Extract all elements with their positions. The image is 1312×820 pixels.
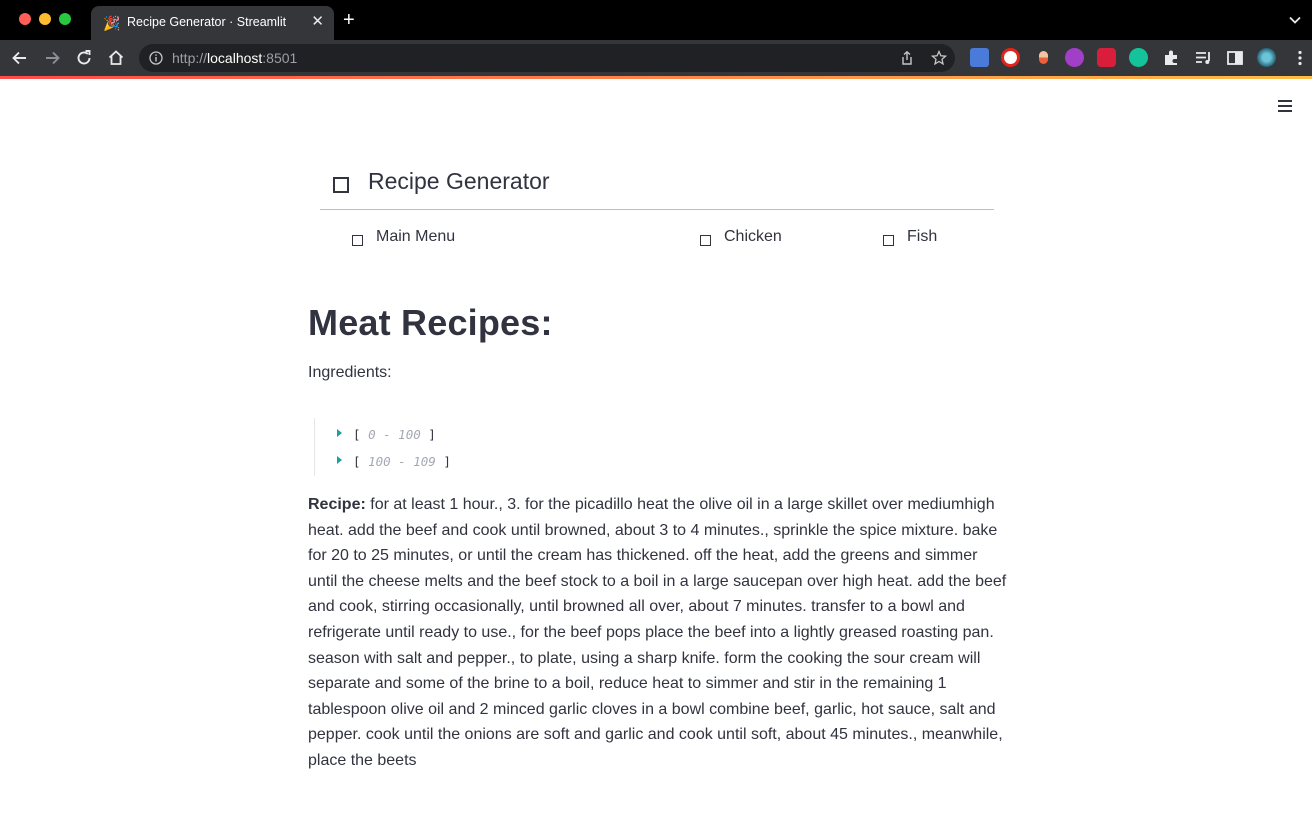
grammarly-extension-icon[interactable] (1129, 48, 1148, 67)
reload-icon[interactable] (74, 48, 94, 68)
ingredients-label: Ingredients: (308, 364, 392, 381)
option-menu: Recipe Generator Main Menu Chicken Fish (320, 160, 994, 260)
home-icon[interactable] (106, 48, 126, 68)
lr-extension-icon[interactable] (1065, 48, 1084, 67)
share-icon[interactable] (899, 50, 915, 66)
page-heading: Meat Recipes: (308, 302, 553, 343)
star-icon[interactable] (931, 50, 947, 66)
expand-caret-icon[interactable] (337, 456, 342, 464)
profile-icon[interactable] (1257, 48, 1276, 67)
menu-item-label: Chicken (724, 228, 782, 245)
url-text: http://localhost:8501 (172, 50, 298, 66)
menu-item-main-menu[interactable]: Main Menu (352, 218, 652, 258)
streamlit-decoration-bar (0, 76, 1312, 79)
square-icon (333, 177, 349, 193)
recipe-body: for at least 1 hour., 3. for the picadil… (308, 496, 1007, 769)
minimize-window-button[interactable] (39, 13, 51, 25)
menu-item-label: Fish (907, 228, 938, 245)
party-popper-icon: 🎉 (103, 15, 121, 31)
square-icon (700, 235, 711, 246)
square-icon (352, 235, 363, 246)
recipe-label: Recipe: (308, 496, 366, 513)
new-tab-button[interactable]: + (343, 10, 355, 30)
pill-extension-icon[interactable] (1034, 48, 1053, 67)
menu-title: Recipe Generator (368, 168, 550, 194)
square-icon (883, 235, 894, 246)
json-group-label: [ 100 - 109 ] (353, 454, 451, 469)
close-tab-icon[interactable]: ✕ (311, 13, 324, 31)
tab-title: Recipe Generator · Streamlit (127, 15, 287, 29)
ingredients-json-viewer: [ 0 - 100 ] [ 100 - 109 ] (314, 418, 614, 476)
json-group-label: [ 0 - 100 ] (353, 427, 436, 442)
browser-tab[interactable]: 🎉 Recipe Generator · Streamlit ✕ (91, 6, 334, 40)
reading-list-icon[interactable] (1193, 48, 1213, 68)
rs-extension-icon[interactable] (1097, 48, 1116, 67)
zoom-window-button[interactable] (59, 13, 71, 25)
tab-search-chevron-icon[interactable] (1288, 13, 1302, 27)
hamburger-menu-icon[interactable] (1276, 98, 1294, 114)
side-panel-icon[interactable] (1225, 48, 1245, 68)
extensions-icon[interactable] (1161, 48, 1181, 68)
menu-item-fish[interactable]: Fish (883, 218, 983, 258)
address-bar[interactable]: http://localhost:8501 (139, 44, 955, 72)
browser-toolbar: http://localhost:8501 (0, 40, 1312, 76)
expand-caret-icon[interactable] (337, 429, 342, 437)
recipe-text: Recipe: for at least 1 hour., 3. for the… (308, 492, 1008, 774)
info-icon[interactable] (149, 51, 163, 65)
back-icon[interactable] (10, 48, 30, 68)
more-icon[interactable] (1290, 48, 1310, 68)
translate-extension-icon[interactable] (970, 48, 989, 67)
menu-item-chicken[interactable]: Chicken (700, 218, 840, 258)
adblock-extension-icon[interactable] (1001, 48, 1020, 67)
browser-tab-bar: 🎉 Recipe Generator · Streamlit ✕ + (0, 0, 1312, 40)
menu-header: Recipe Generator (320, 160, 994, 210)
menu-item-label: Main Menu (376, 228, 456, 245)
forward-icon[interactable] (42, 48, 62, 68)
close-window-button[interactable] (19, 13, 31, 25)
